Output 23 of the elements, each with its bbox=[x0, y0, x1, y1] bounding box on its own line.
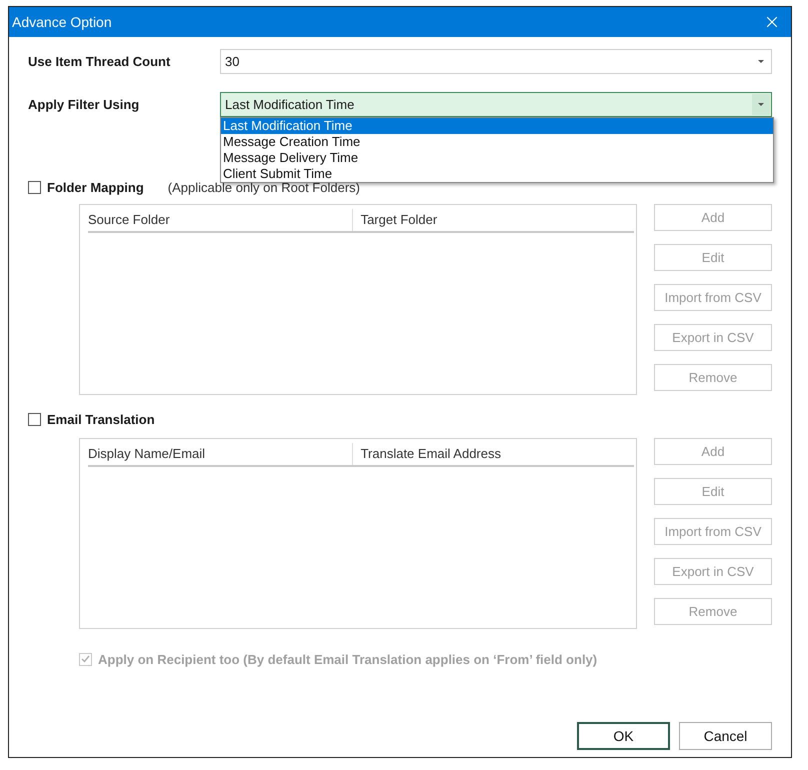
checkbox[interactable] bbox=[28, 412, 41, 426]
column-header[interactable]: Target Folder bbox=[352, 209, 634, 231]
field-label: Apply Filter Using bbox=[28, 97, 140, 112]
dropdown-option[interactable]: Last Modification Time bbox=[221, 118, 773, 134]
dropdown-caret-icon bbox=[758, 60, 764, 64]
column-header[interactable]: Display Name/Email bbox=[88, 443, 352, 465]
dropdown-option[interactable]: Message Delivery Time bbox=[221, 150, 773, 166]
column-header[interactable]: Source Folder bbox=[88, 209, 352, 231]
thread-count-dropdown[interactable]: 30 bbox=[220, 49, 772, 74]
checkbox[interactable] bbox=[28, 180, 41, 194]
field-label: Use Item Thread Count bbox=[28, 54, 172, 69]
checkbox-label: Email Translation bbox=[47, 412, 155, 426]
filter-dropdown[interactable]: Last Modification Time bbox=[220, 92, 772, 117]
dialog-button[interactable]: Cancel bbox=[679, 722, 772, 750]
dropdown-option[interactable]: Message Creation Time bbox=[221, 134, 773, 150]
column-header[interactable]: Translate Email Address bbox=[352, 443, 634, 465]
dropdown-option[interactable]: Client Submit Time bbox=[221, 166, 773, 182]
window-title: Advance Option bbox=[12, 14, 112, 30]
dialog-button[interactable]: OK bbox=[577, 722, 670, 750]
checkbox-label: Folder Mapping bbox=[47, 180, 144, 194]
dropdown-caret-icon bbox=[758, 102, 764, 106]
note-text: (Applicable only on Root Folders) bbox=[168, 180, 360, 194]
checkbox-label: Apply on Recipient too (By default Email Translation applies on ‘From’ field only) bbox=[98, 652, 598, 666]
